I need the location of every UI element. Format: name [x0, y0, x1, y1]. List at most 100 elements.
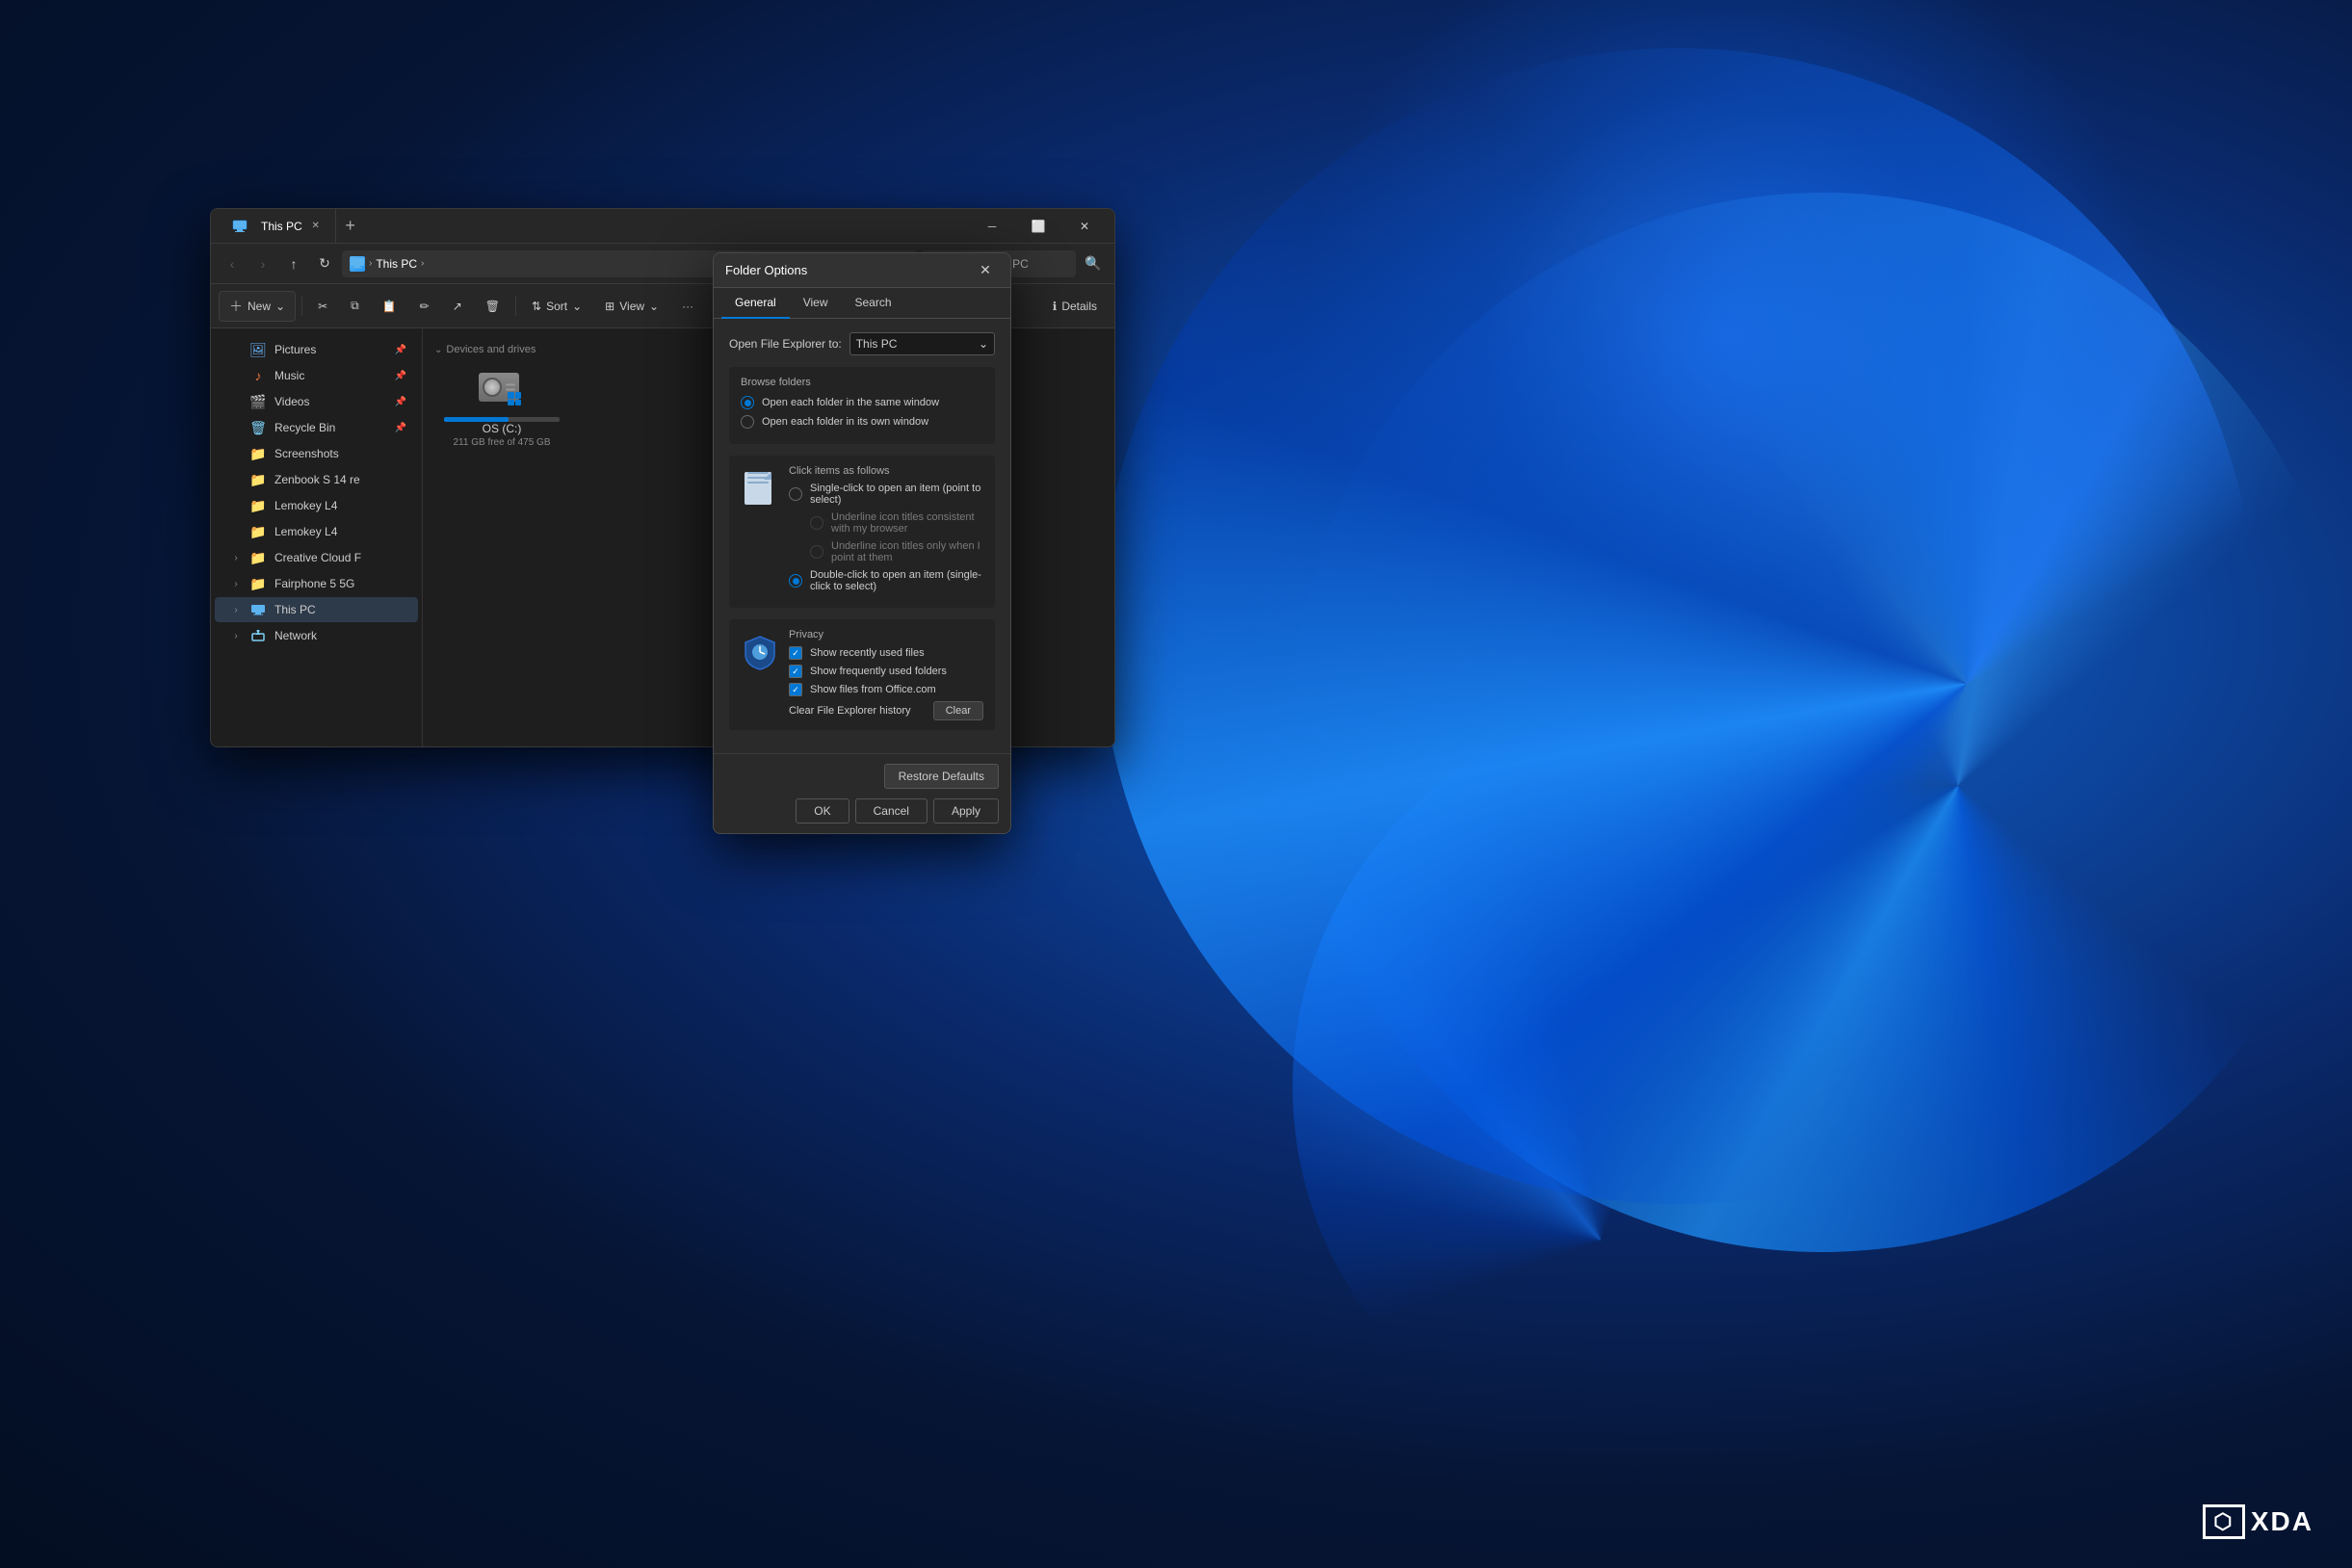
section-chevron: ⌄: [434, 345, 442, 355]
tab-close-button[interactable]: ✕: [308, 219, 324, 234]
privacy-section: Privacy Show recently used files Show fr…: [729, 619, 995, 730]
sidebar-item-fairphone[interactable]: › 📁 Fairphone 5 5G: [215, 571, 418, 596]
sidebar-item-pictures[interactable]: 🖼 Pictures 📌: [215, 337, 418, 362]
window-controls: ─ ⬜ ✕: [970, 209, 1107, 244]
copy-icon: ⧉: [351, 299, 359, 313]
tab-search[interactable]: Search: [842, 288, 905, 319]
cut-button[interactable]: ✂: [308, 291, 337, 322]
close-button[interactable]: ✕: [1062, 209, 1107, 244]
open-file-explorer-row: Open File Explorer to: This PC ⌄: [729, 332, 995, 355]
drive-item-os-c[interactable]: OS (C:) 211 GB free of 475 GB: [434, 363, 569, 457]
network-icon: [249, 627, 267, 644]
minimize-button[interactable]: ─: [970, 209, 1014, 244]
new-button[interactable]: ＋ New ⌄: [219, 291, 296, 322]
sidebar-item-videos[interactable]: 🎬 Videos 📌: [215, 389, 418, 414]
tab-title: This PC: [261, 220, 302, 233]
details-button[interactable]: ℹ Details: [1043, 291, 1107, 322]
cut-icon: ✂: [318, 300, 327, 313]
maximize-button[interactable]: ⬜: [1016, 209, 1060, 244]
browse-radio-2[interactable]: [741, 415, 754, 429]
view-button[interactable]: ⊞ View ⌄: [595, 291, 668, 322]
rename-button[interactable]: ✏: [410, 291, 439, 322]
cancel-button[interactable]: Cancel: [855, 798, 928, 823]
address-pc-icon: [350, 256, 365, 272]
sidebar-label-fairphone: Fairphone 5 5G: [274, 577, 354, 590]
clear-button[interactable]: Clear: [933, 701, 983, 720]
sidebar-label-music: Music: [274, 369, 304, 382]
music-icon: ♪: [249, 367, 267, 384]
paste-button[interactable]: 📋: [373, 291, 406, 322]
click-items-title: Click items as follows: [789, 465, 983, 477]
sidebar-expand-fairphone: ›: [230, 579, 242, 589]
single-click-radio[interactable]: [789, 487, 802, 501]
address-chevron-1: ›: [369, 258, 372, 269]
search-expand-button[interactable]: 🔍: [1080, 250, 1107, 277]
sidebar-expand-network: ›: [230, 631, 242, 641]
double-click-row: Double-click to open an item (single-cli…: [789, 569, 983, 592]
explorer-tab[interactable]: This PC ✕: [219, 209, 336, 243]
music-pin: 📌: [395, 371, 406, 381]
sidebar-item-screenshots[interactable]: 📁 Screenshots: [215, 441, 418, 466]
ok-button[interactable]: OK: [796, 798, 849, 823]
double-click-radio[interactable]: [789, 574, 802, 588]
sidebar-item-music[interactable]: ♪ Music 📌: [215, 363, 418, 388]
privacy-icon: [741, 629, 779, 677]
restore-defaults-button[interactable]: Restore Defaults: [884, 764, 999, 789]
apply-button[interactable]: Apply: [933, 798, 999, 823]
sidebar-item-recycle-bin[interactable]: 🗑 Recycle Bin 📌: [215, 415, 418, 440]
sidebar-item-this-pc[interactable]: › This PC: [215, 597, 418, 622]
dialog-content: Open File Explorer to: This PC ⌄ Browse …: [714, 319, 1010, 753]
lemokey-icon: 📁: [249, 523, 267, 540]
toolbar-right: ℹ Details: [1043, 291, 1107, 322]
sort-button[interactable]: ⇅ Sort ⌄: [522, 291, 591, 322]
view-label: View: [619, 300, 644, 313]
recycle-bin-icon: 🗑: [249, 419, 267, 436]
show-recent-row: Show recently used files: [789, 646, 983, 660]
dialog-close-button[interactable]: ✕: [972, 257, 999, 284]
delete-button[interactable]: 🗑: [476, 291, 510, 322]
privacy-title: Privacy: [789, 629, 983, 640]
sidebar-expand-this-pc: ›: [230, 605, 242, 615]
new-tab-button[interactable]: +: [336, 212, 365, 241]
sidebar-label-recycle-bin: Recycle Bin: [274, 421, 335, 434]
sidebar-item-zenbook[interactable]: 📁 Zenbook S 14 re: [215, 467, 418, 492]
open-file-explorer-value: This PC: [856, 337, 898, 351]
back-button[interactable]: ‹: [219, 250, 246, 277]
browse-option-1-row: Open each folder in the same window: [741, 396, 983, 409]
browse-option-2-label: Open each folder in its own window: [762, 416, 928, 428]
tab-general[interactable]: General: [721, 288, 790, 319]
sort-chevron: ⌄: [572, 300, 582, 313]
browse-radio-1[interactable]: [741, 396, 754, 409]
tab-bar: This PC ✕ +: [219, 209, 365, 243]
new-label: New: [248, 300, 271, 313]
show-frequent-label: Show frequently used folders: [810, 666, 947, 677]
show-frequent-checkbox[interactable]: [789, 665, 802, 678]
more-button[interactable]: ···: [672, 291, 703, 322]
sidebar-item-creative-cloud[interactable]: › 📁 Creative Cloud F: [215, 545, 418, 570]
click-items-section: Click items as follows Single-click to o…: [729, 456, 995, 608]
underline-point-radio[interactable]: [810, 545, 823, 559]
sidebar-label-zenbook: Zenbook S 14 re: [274, 473, 360, 486]
copy-button[interactable]: ⧉: [341, 291, 369, 322]
sidebar-label-pictures: Pictures: [274, 343, 316, 356]
sort-icon: ⇅: [532, 300, 541, 313]
show-office-checkbox[interactable]: [789, 683, 802, 696]
details-icon: ℹ: [1053, 300, 1058, 313]
share-button[interactable]: ↗: [443, 291, 472, 322]
underline-consistent-radio[interactable]: [810, 516, 823, 530]
open-file-explorer-select[interactable]: This PC ⌄: [849, 332, 995, 355]
sidebar-item-network[interactable]: › Network: [215, 623, 418, 648]
sidebar-item-lemokey[interactable]: 📁 Lemokey L4: [215, 519, 418, 544]
sidebar-item-rachels-photos[interactable]: 📁 Lemokey L4: [215, 493, 418, 518]
up-button[interactable]: ↑: [280, 250, 307, 277]
select-chevron: ⌄: [979, 337, 988, 351]
dialog-tabs: General View Search: [714, 288, 1010, 319]
show-recent-checkbox[interactable]: [789, 646, 802, 660]
refresh-button[interactable]: ↻: [311, 250, 338, 277]
drive-label: OS (C:): [483, 422, 522, 435]
show-office-row: Show files from Office.com: [789, 683, 983, 696]
forward-button[interactable]: ›: [249, 250, 276, 277]
tab-view[interactable]: View: [790, 288, 842, 319]
zenbook-icon: 📁: [249, 471, 267, 488]
underline-options: Underline icon titles consistent with my…: [789, 511, 983, 563]
